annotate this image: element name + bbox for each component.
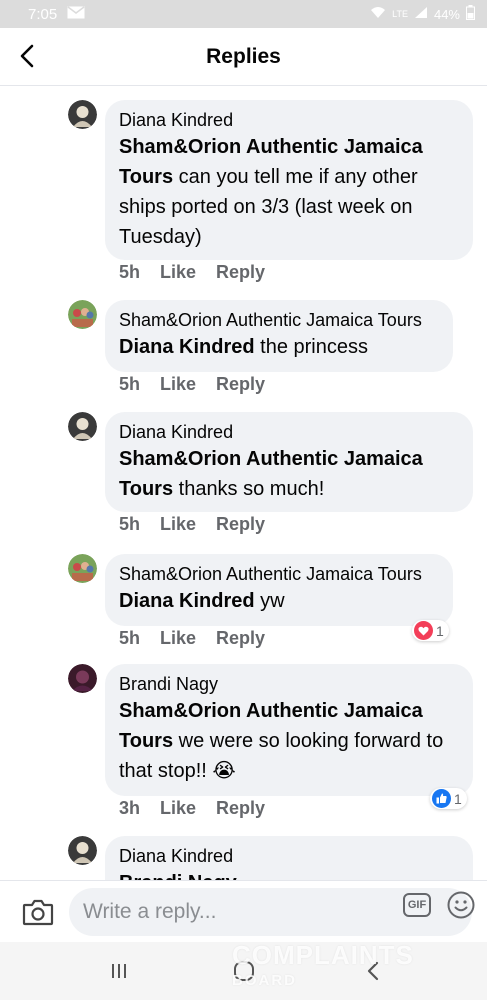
comment-author[interactable]: Diana Kindred [119,108,457,132]
smiley-icon [447,891,475,919]
header: Replies [0,28,487,86]
recent-apps-icon [112,964,126,978]
reply-item: Sham&Orion Authentic Jamaica Tours Diana… [68,554,478,664]
reply-item: Diana Kindred Sham&Orion Authentic Jamai… [68,412,478,542]
comment-bubble: Diana Kindred Sham&Orion Authentic Jamai… [105,412,473,512]
mail-icon [67,5,85,23]
mention-link[interactable]: Brandi Nagy [119,872,237,880]
comment-author[interactable]: Diana Kindred [119,844,457,868]
comment-bubble: Diana Kindred Sham&Orion Authentic Jamai… [105,100,473,260]
watermark-line1: COMPLAINTS [232,940,414,970]
comment-author[interactable]: Sham&Orion Authentic Jamaica Tours [119,308,437,332]
mention-link[interactable]: Diana Kindred [119,336,255,358]
page-title: Replies [206,44,281,68]
reply-item: Brandi Nagy Sham&Orion Authentic Jamaica… [68,664,478,824]
reaction-count: 1 [454,790,462,807]
reply-composer: Write a reply... GIF [0,880,487,942]
comment-time: 3h [119,798,141,818]
avatar[interactable] [68,300,97,329]
network-label: LTE [392,9,408,19]
status-time: 7:05 [28,5,58,23]
comment-text: Sham&Orion Authentic Jamaica Tours can y… [119,132,457,252]
gif-button[interactable]: GIF [403,893,431,917]
comment-body: the princess [254,336,368,358]
like-button[interactable]: Like [160,374,196,395]
emoji-button[interactable] [447,891,475,919]
avatar[interactable] [68,412,97,441]
comment-time: 5h [119,262,141,282]
comment-text: Brandi Nagy [119,868,457,880]
avatar[interactable] [68,554,97,583]
comment-actions: 5h Like Reply [119,262,265,283]
comment-body: thanks so much! [173,478,325,500]
comment-author[interactable]: Sham&Orion Authentic Jamaica Tours [119,562,437,586]
back-arrow-icon [20,44,34,68]
comment-author[interactable]: Diana Kindred [119,420,457,444]
reply-button[interactable]: Reply [216,374,265,395]
reply-button[interactable]: Reply [216,628,265,649]
reaction-summary[interactable]: 1 [412,620,449,641]
avatar[interactable] [68,664,97,693]
battery-icon [466,5,475,23]
comment-bubble: Sham&Orion Authentic Jamaica Tours Diana… [105,554,453,626]
comment-time: 5h [119,374,141,394]
battery-percent: 44% [433,6,460,22]
comment-body: yw [254,590,285,612]
heart-icon [414,621,433,640]
comment-text: Diana Kindred the princess [119,332,437,362]
comment-actions: 3h Like Reply [119,798,265,819]
comment-bubble: Sham&Orion Authentic Jamaica Tours Diana… [105,300,453,372]
like-button[interactable]: Like [160,514,196,535]
reply-button[interactable]: Reply [216,514,265,535]
reply-item: Sham&Orion Authentic Jamaica Tours Diana… [68,300,478,400]
like-button[interactable]: Like [160,262,196,283]
comment-actions: 5h Like Reply [119,514,265,535]
reaction-summary[interactable]: 1 [430,788,467,809]
replies-thread: Diana Kindred Sham&Orion Authentic Jamai… [0,86,487,880]
back-button[interactable] [12,41,42,71]
reaction-count: 1 [436,622,444,639]
comment-author[interactable]: Brandi Nagy [119,672,457,696]
comment-bubble: Diana Kindred Brandi Nagy [105,836,473,880]
avatar[interactable] [68,100,97,129]
thumbs-up-icon [432,789,451,808]
watermark: COMPLAINTS BOARD [232,940,462,989]
reply-button[interactable]: Reply [216,262,265,283]
comment-actions: 5h Like Reply [119,628,265,649]
comment-bubble: Brandi Nagy Sham&Orion Authentic Jamaica… [105,664,473,796]
like-button[interactable]: Like [160,628,196,649]
comment-text: Sham&Orion Authentic Jamaica Tours we we… [119,696,457,786]
wifi-icon [370,6,386,22]
signal-icon [414,6,428,22]
watermark-line2: BOARD [232,972,297,989]
comment-time: 5h [119,628,141,648]
camera-icon [22,899,54,926]
comment-text: Sham&Orion Authentic Jamaica Tours thank… [119,444,457,504]
reply-item: Diana Kindred Brandi Nagy [68,836,478,880]
comment-time: 5h [119,514,141,534]
like-button[interactable]: Like [160,798,196,819]
reply-item: Diana Kindred Sham&Orion Authentic Jamai… [68,100,478,286]
recent-apps-button[interactable] [108,960,130,982]
status-bar: 7:05 LTE 44% [0,0,487,28]
comment-actions: 5h Like Reply [119,374,265,395]
reply-button[interactable]: Reply [216,798,265,819]
avatar[interactable] [68,836,97,865]
camera-button[interactable] [22,898,54,926]
comment-text: Diana Kindred yw [119,586,437,616]
mention-link[interactable]: Diana Kindred [119,590,255,612]
